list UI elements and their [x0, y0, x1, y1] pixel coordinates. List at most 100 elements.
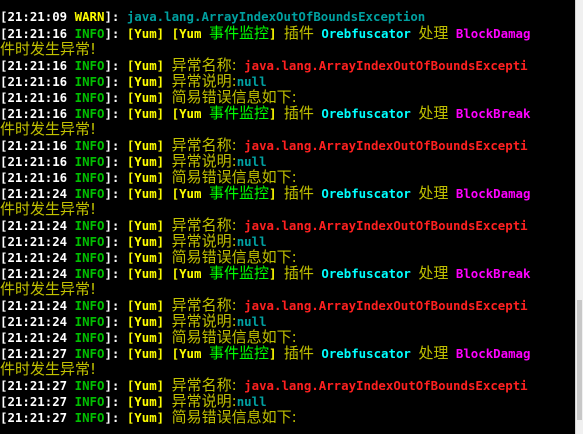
log-timestamp: [21:21:24: [0, 234, 75, 249]
plugin-tag: [Yum]: [126, 394, 165, 409]
plugin-tag: [Yum]: [126, 170, 165, 185]
vertical-scrollbar[interactable]: [575, 0, 583, 434]
plugin-name: Orebfuscator: [321, 186, 411, 201]
event-monitor-label: 事件监控: [208, 264, 269, 282]
event-monitor-label: 事件监控: [208, 184, 269, 202]
exception-desc-value: null: [236, 234, 267, 249]
log-level-info: INFO: [74, 186, 105, 201]
log-separator: ]:: [104, 138, 127, 153]
plugin-tag: [Yum]: [126, 58, 165, 73]
console-line: [21:21:16 INFO]: [Yum] [Yum 事件监控] 插件 Ore…: [0, 105, 576, 121]
plugin-tag: [Yum]: [126, 346, 165, 361]
console-line: [21:21:24 INFO]: [Yum] 简易错误信息如下:: [0, 249, 576, 265]
log-timestamp: [21:21:16: [0, 26, 75, 41]
exception-name-value: java.lang.ArrayIndexOutOfBoundsExcepti: [244, 218, 528, 233]
log-level-info: INFO: [74, 218, 105, 233]
log-timestamp: [21:21:24: [0, 330, 75, 345]
console-line: [21:21:24 INFO]: [Yum] 异常名称: java.lang.A…: [0, 297, 576, 313]
exception-desc-value: null: [236, 394, 267, 409]
plugin-name: Orebfuscator: [321, 266, 411, 281]
log-separator: ]:: [104, 330, 127, 345]
console-line: [21:21:09 WARN]: java.lang.ArrayIndexOut…: [0, 9, 576, 25]
log-timestamp: [21:21:27: [0, 346, 75, 361]
event-tag-open: [Yum: [171, 266, 209, 281]
log-separator: ]:: [104, 74, 127, 89]
log-separator: ]:: [104, 394, 127, 409]
log-timestamp: [21:21:24: [0, 250, 75, 265]
error-continuation: 件时发生异常!: [0, 200, 97, 218]
plugin-label: 插件: [283, 344, 314, 362]
event-name: BlockBreak: [455, 266, 531, 281]
log-level-info: INFO: [74, 314, 105, 329]
plugin-label: 插件: [283, 104, 314, 122]
console-line: [21:21:16 INFO]: [Yum] 异常说明:null: [0, 153, 576, 169]
plugin-name: Orebfuscator: [321, 26, 411, 41]
plugin-tag: [Yum]: [126, 234, 165, 249]
event-tag-close: ]: [268, 106, 277, 121]
event-tag-open: [Yum: [171, 26, 209, 41]
console-line: [21:21:27 INFO]: [Yum] 异常说明:null: [0, 393, 576, 409]
log-separator: ]:: [104, 250, 127, 265]
log-level-info: INFO: [74, 394, 105, 409]
console-line: [21:21:16 INFO]: [Yum] [Yum 事件监控] 插件 Ore…: [0, 25, 576, 41]
plugin-tag: [Yum]: [126, 186, 165, 201]
exception-name-value: java.lang.ArrayIndexOutOfBoundsExcepti: [244, 138, 528, 153]
console-line: [21:21:27 INFO]: [Yum] 简易错误信息如下:: [0, 409, 576, 425]
error-continuation: 件时发生异常!: [0, 120, 97, 138]
plugin-name: Orebfuscator: [321, 346, 411, 361]
plugin-tag: [Yum]: [126, 218, 165, 233]
plugin-tag: [Yum]: [126, 90, 165, 105]
log-timestamp: [21:21:24: [0, 298, 75, 313]
console-line: [21:21:16 INFO]: [Yum] 简易错误信息如下:: [0, 89, 576, 105]
handle-label: 处理: [418, 344, 449, 362]
console-line: [21:21:16 INFO]: [Yum] 异常说明:null: [0, 73, 576, 89]
log-separator: ]:: [104, 234, 127, 249]
log-timestamp: [21:21:24: [0, 186, 75, 201]
exception-desc-value: null: [236, 154, 267, 169]
log-level-info: INFO: [74, 154, 105, 169]
plugin-label: 插件: [283, 184, 314, 202]
plugin-tag: [Yum]: [126, 266, 165, 281]
exception-name-value: java.lang.ArrayIndexOutOfBoundsExcepti: [244, 378, 528, 393]
log-level-info: INFO: [74, 298, 105, 313]
log-level-info: INFO: [74, 250, 105, 265]
error-continuation: 件时发生异常!: [0, 280, 97, 298]
exception-name-value: java.lang.ArrayIndexOutOfBoundsExcepti: [244, 58, 528, 73]
log-timestamp: [21:21:27: [0, 410, 75, 425]
plugin-name: Orebfuscator: [321, 106, 411, 121]
console-line: [21:21:24 INFO]: [Yum] 异常说明:null: [0, 233, 576, 249]
error-continuation: 件时发生异常!: [0, 40, 97, 58]
log-level-info: INFO: [74, 106, 105, 121]
plugin-tag: [Yum]: [126, 26, 165, 41]
console-output[interactable]: [21:21:09 WARN]: java.lang.ArrayIndexOut…: [0, 0, 576, 434]
log-timestamp: [21:21:16: [0, 74, 75, 89]
event-tag-open: [Yum: [171, 106, 209, 121]
plugin-tag: [Yum]: [126, 330, 165, 345]
log-level-info: INFO: [74, 74, 105, 89]
log-separator: ]:: [104, 266, 127, 281]
scrollbar-thumb[interactable]: [577, 300, 582, 420]
log-level-info: INFO: [74, 330, 105, 345]
plugin-tag: [Yum]: [126, 250, 165, 265]
event-name: BlockDamag: [455, 186, 531, 201]
console-line: 件时发生异常!: [0, 201, 576, 217]
log-level-info: INFO: [74, 58, 105, 73]
log-timestamp: [21:21:24: [0, 266, 75, 281]
plugin-tag: [Yum]: [126, 106, 165, 121]
console-line: 件时发生异常!: [0, 41, 576, 57]
log-timestamp: [21:21:27: [0, 378, 75, 393]
log-level-info: INFO: [74, 90, 105, 105]
handle-label: 处理: [418, 264, 449, 282]
plugin-tag: [Yum]: [126, 298, 165, 313]
log-separator: ]:: [104, 346, 127, 361]
event-name: BlockDamag: [455, 26, 531, 41]
event-monitor-label: 事件监控: [208, 24, 269, 42]
console-line: [21:21:24 INFO]: [Yum] 异常名称: java.lang.A…: [0, 217, 576, 233]
log-separator: ]:: [104, 186, 127, 201]
log-level-info: INFO: [74, 410, 105, 425]
console-line: [21:21:27 INFO]: [Yum] 异常名称: java.lang.A…: [0, 377, 576, 393]
log-timestamp: [21:21:24: [0, 218, 75, 233]
log-separator: ]:: [104, 298, 127, 313]
console-line: [21:21:24 INFO]: [Yum] [Yum 事件监控] 插件 Ore…: [0, 185, 576, 201]
log-level-info: INFO: [74, 26, 105, 41]
